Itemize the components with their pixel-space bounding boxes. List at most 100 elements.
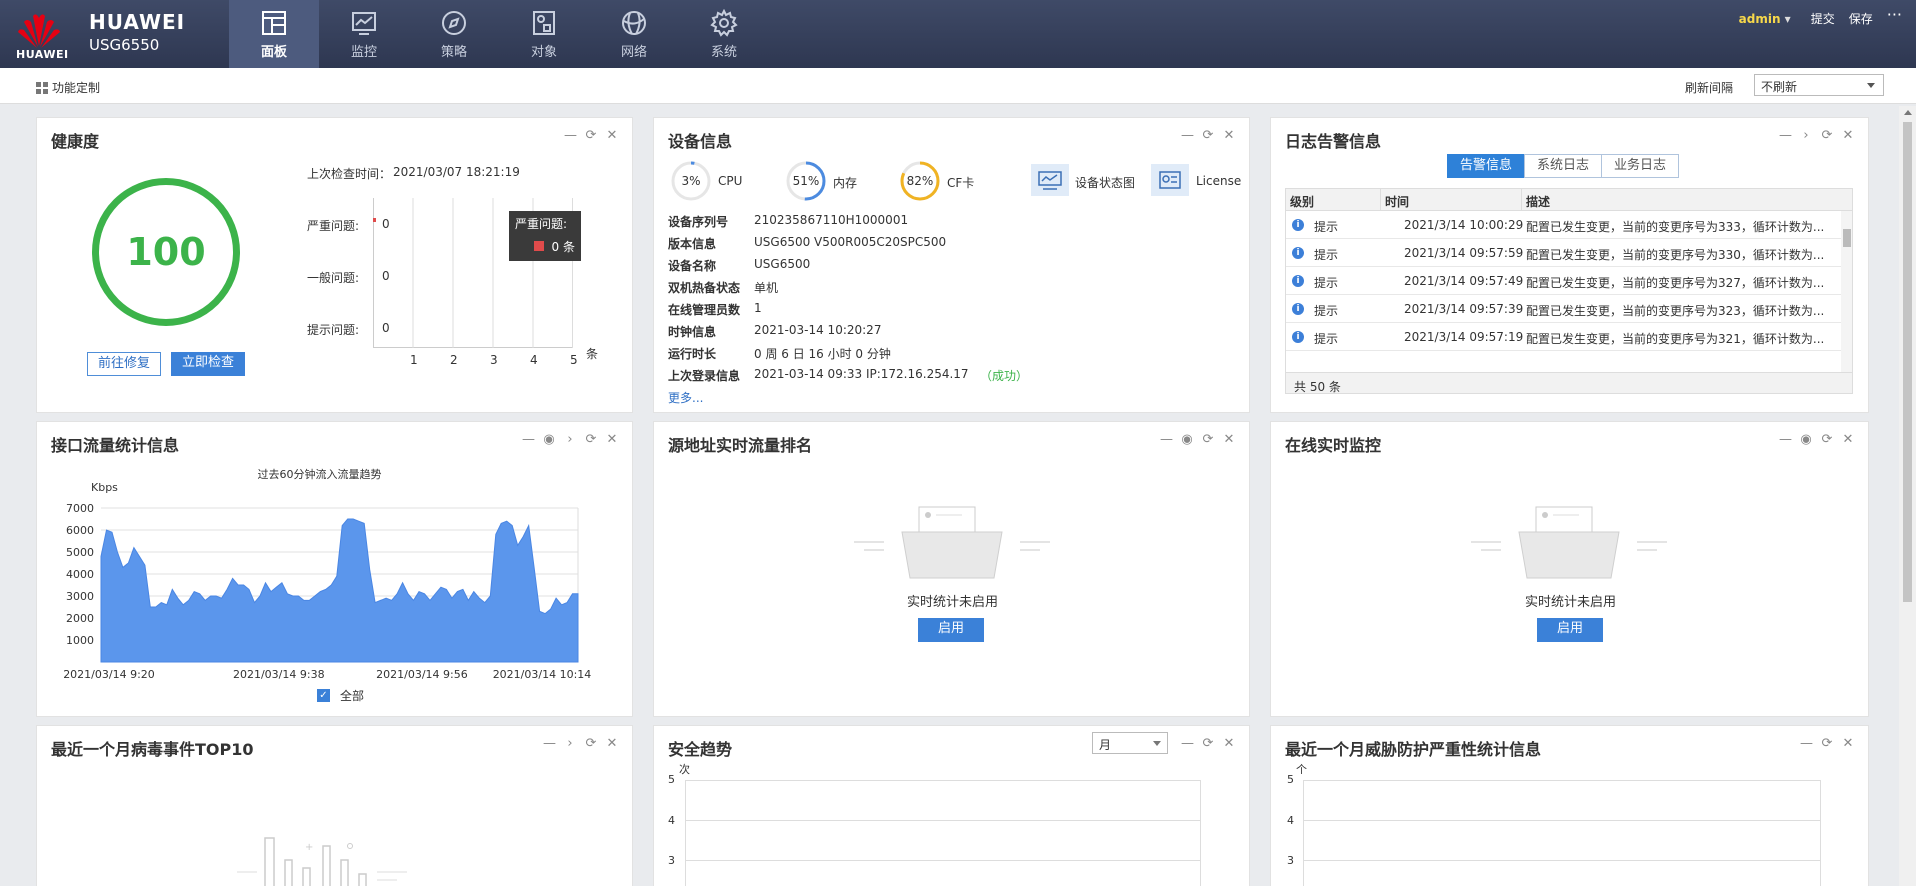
nav-policy[interactable]: 策略 (409, 0, 499, 68)
customize-button[interactable]: 功能定制 (36, 79, 100, 96)
log-alarm-panel: 日志告警信息 — › ⟳ ✕ 告警信息 系统日志 业务日志 级别 时间 描述 i 提示… (1270, 117, 1869, 413)
table-row[interactable]: i 提示 2021/3/14 09:57:19 配置已发生变更，当前的变更序号为… (1286, 323, 1841, 351)
empty-folder-icon (854, 506, 1050, 579)
row-desc: 配置已发生变更，当前的变更序号为330，循环计数为... (1526, 248, 1825, 262)
minimize-icon[interactable]: — (522, 433, 535, 446)
panel-controls: — ⟳ ✕ (564, 129, 618, 142)
tab-system-log[interactable]: 系统日志 (1524, 154, 1603, 178)
close-icon[interactable]: ✕ (606, 433, 618, 446)
logo-text: HUAWEI (16, 48, 69, 61)
nav-label: 监控 (350, 44, 377, 60)
close-icon[interactable]: ✕ (1842, 129, 1854, 142)
settings-icon[interactable]: ◉ (1800, 433, 1812, 446)
tab-alarm[interactable]: 告警信息 (1447, 154, 1526, 178)
y-unit: 个 (1296, 763, 1307, 776)
legend-label: 全部 (340, 689, 365, 703)
minimize-icon[interactable]: — (1779, 433, 1792, 446)
refresh-label: 刷新间隔 (1685, 81, 1734, 95)
nav-dashboard[interactable]: 面板 (229, 0, 319, 68)
refresh-icon[interactable]: ⟳ (585, 737, 597, 750)
issue-label-critical: 严重问题: (307, 219, 360, 233)
minimize-icon[interactable]: — (1181, 129, 1194, 142)
close-icon[interactable]: ✕ (1223, 737, 1235, 750)
device-info-panel: 设备信息 — ⟳ ✕ 3% CPU 51% 内存 82% CF卡 设备状态图 Lic… (653, 117, 1250, 413)
minimize-icon[interactable]: — (1800, 737, 1813, 750)
nav-monitor[interactable]: 监控 (319, 0, 409, 68)
minimize-icon[interactable]: — (543, 737, 556, 750)
close-icon[interactable]: ✕ (606, 737, 618, 750)
tab-service-log[interactable]: 业务日志 (1601, 154, 1680, 178)
minimize-icon[interactable]: — (1779, 129, 1792, 142)
refresh-icon[interactable]: ⟳ (1202, 129, 1214, 142)
close-icon[interactable]: ✕ (1223, 433, 1235, 446)
save-link[interactable]: 保存 (1849, 10, 1873, 27)
device-status-label[interactable]: 设备状态图 (1075, 174, 1135, 191)
close-icon[interactable]: ✕ (1223, 129, 1235, 142)
refresh-icon[interactable]: ⟳ (1202, 737, 1214, 750)
total-count: 共 50 条 (1294, 380, 1341, 394)
license-label[interactable]: License (1196, 174, 1241, 188)
nav-system[interactable]: 系统 (679, 0, 769, 68)
close-icon[interactable]: ✕ (1842, 737, 1854, 750)
panel-controls: — › ⟳ ✕ (1779, 129, 1854, 142)
fix-button[interactable]: 前往修复 (87, 352, 161, 376)
brand-name: HUAWEI (89, 10, 186, 34)
panel-controls: — ⟳ ✕ (1800, 737, 1854, 750)
nav-object[interactable]: 对象 (499, 0, 589, 68)
info-key: 上次登录信息 (668, 369, 741, 383)
row-time: 2021/3/14 09:57:19 (1404, 330, 1524, 344)
y-tick: 5 (668, 773, 675, 786)
checkbox-checked-icon[interactable]: ✓ (317, 689, 330, 702)
table-row[interactable]: i 提示 2021/3/14 10:00:29 配置已发生变更，当前的变更序号为… (1286, 211, 1841, 239)
close-icon[interactable]: ✕ (606, 129, 618, 142)
panel-controls: — ⟳ ✕ (1181, 737, 1235, 750)
refresh-icon[interactable]: ⟳ (1821, 433, 1833, 446)
user-menu[interactable]: admin (1739, 12, 1791, 26)
minimize-icon[interactable]: — (1160, 433, 1173, 446)
y-tick: 3 (1287, 854, 1294, 867)
nav-network[interactable]: 网络 (589, 0, 679, 68)
cf-value: 82% (906, 174, 934, 188)
panel-title: 设备信息 (668, 132, 733, 151)
check-now-button[interactable]: 立即检查 (171, 352, 245, 376)
row-level: 提示 (1314, 276, 1339, 290)
axis-tick: 1 (410, 353, 418, 367)
close-icon[interactable]: ✕ (1842, 433, 1854, 446)
top-right-menu: admin 提交 保存 ··· (1739, 5, 1916, 27)
device-status-icon[interactable] (1031, 164, 1069, 196)
page-scrollbar[interactable] (1899, 106, 1916, 886)
minimize-icon[interactable]: — (564, 129, 577, 142)
refresh-icon[interactable]: ⟳ (585, 129, 597, 142)
more-icon[interactable]: ··· (1887, 5, 1902, 24)
chevron-right-icon[interactable]: › (564, 737, 576, 750)
refresh-select[interactable]: 不刷新 (1754, 74, 1884, 96)
info-key: 运行时长 (668, 347, 717, 361)
refresh-icon[interactable]: ⟳ (1821, 737, 1833, 750)
chevron-right-icon[interactable]: › (564, 433, 576, 446)
row-time: 2021/3/14 10:00:29 (1404, 218, 1524, 232)
refresh-icon[interactable]: ⟳ (1202, 433, 1214, 446)
refresh-icon[interactable]: ⟳ (585, 433, 597, 446)
table-scrollbar[interactable] (1841, 211, 1852, 372)
row-level: 提示 (1314, 304, 1339, 318)
scroll-up-icon[interactable] (1904, 110, 1912, 115)
y-tick-label: 1000 (66, 634, 94, 647)
settings-icon[interactable]: ◉ (1181, 433, 1193, 446)
enable-button[interactable]: 启用 (918, 618, 984, 642)
legend-item[interactable]: ✓ 全部 (317, 687, 364, 704)
scroll-thumb[interactable] (1843, 229, 1851, 247)
table-row[interactable]: i 提示 2021/3/14 09:57:59 配置已发生变更，当前的变更序号为… (1286, 239, 1841, 267)
table-row[interactable]: i 提示 2021/3/14 09:57:49 配置已发生变更，当前的变更序号为… (1286, 267, 1841, 295)
minimize-icon[interactable]: — (1181, 737, 1194, 750)
scroll-thumb[interactable] (1903, 122, 1912, 602)
table-row[interactable]: i 提示 2021/3/14 09:57:39 配置已发生变更，当前的变更序号为… (1286, 295, 1841, 323)
settings-icon[interactable]: ◉ (543, 433, 555, 446)
submit-link[interactable]: 提交 (1811, 10, 1835, 27)
y-tick-label: 4000 (66, 568, 94, 581)
chevron-right-icon[interactable]: › (1800, 129, 1812, 142)
range-select[interactable]: 月 (1092, 732, 1168, 754)
enable-button[interactable]: 启用 (1537, 618, 1603, 642)
license-icon[interactable] (1151, 164, 1189, 196)
more-link[interactable]: 更多... (668, 389, 703, 406)
refresh-icon[interactable]: ⟳ (1821, 129, 1833, 142)
